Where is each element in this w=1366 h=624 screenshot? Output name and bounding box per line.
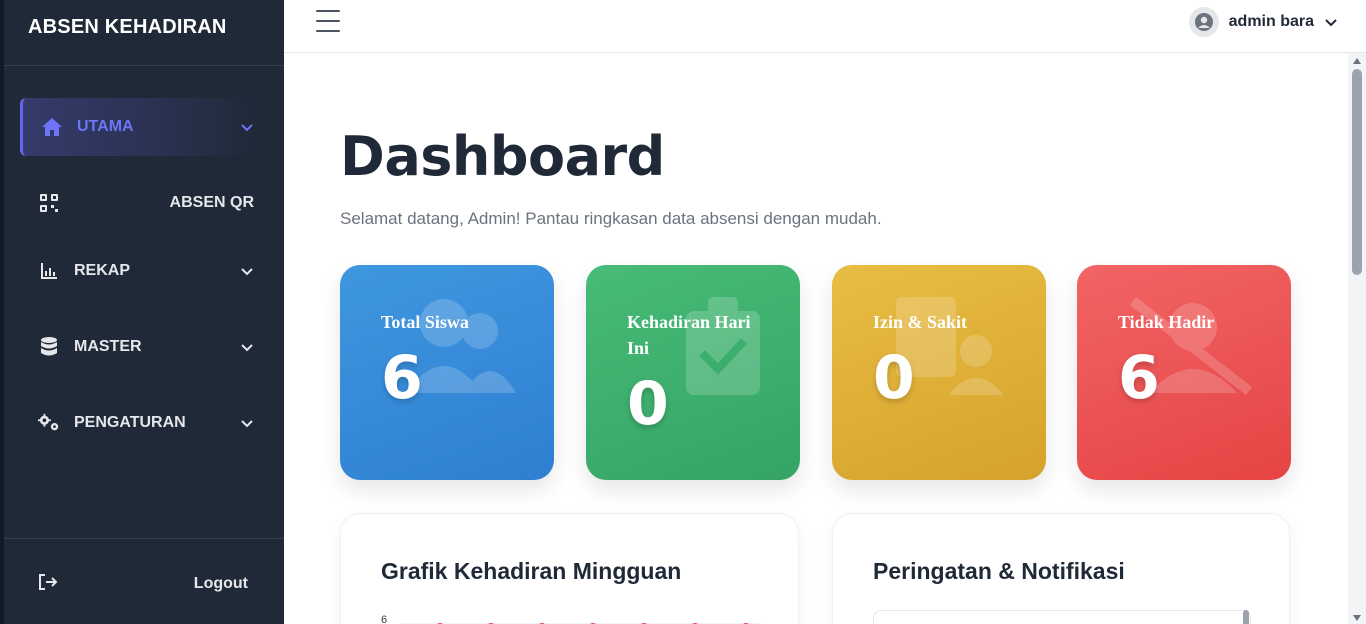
menu-toggle-icon[interactable] xyxy=(316,10,340,32)
card-value: 6 xyxy=(381,343,423,413)
database-icon xyxy=(38,336,60,358)
scroll-up-icon[interactable] xyxy=(1353,58,1361,64)
topbar: admin bara xyxy=(284,0,1366,53)
card-label: Total Siswa xyxy=(381,312,469,332)
sidebar-item-pengaturan[interactable]: PENGATURAN xyxy=(20,394,260,452)
sidebar: ABSEN KEHADIRAN UTAMA ABSEN QR REKAP MAS… xyxy=(0,0,284,624)
chevron-down-icon xyxy=(241,420,253,428)
user-name: admin bara xyxy=(1228,13,1314,30)
gears-icon xyxy=(38,412,60,434)
sidebar-item-absen-qr[interactable]: ABSEN QR xyxy=(20,174,260,232)
scroll-down-icon[interactable] xyxy=(1353,615,1361,621)
card-label: Tidak Hadir xyxy=(1118,312,1215,332)
card-label: Izin & Sakit xyxy=(873,312,968,332)
chevron-down-icon xyxy=(241,344,253,352)
user-menu[interactable]: admin bara xyxy=(1188,6,1338,38)
card-value: 6 xyxy=(1118,343,1160,413)
card-label: Kehadiran Hari Ini xyxy=(627,312,751,358)
panel-title: Peringatan & Notifikasi xyxy=(873,558,1125,584)
weekly-attendance-panel: Grafik Kehadiran Mingguan 6 xyxy=(340,513,799,624)
logout-icon xyxy=(38,573,58,596)
chevron-down-icon xyxy=(241,268,253,276)
card-total-siswa[interactable]: Total Siswa 6 xyxy=(340,265,554,480)
card-izin-sakit[interactable]: Izin & Sakit 0 xyxy=(832,265,1046,480)
card-value: 0 xyxy=(873,343,915,413)
chart-icon xyxy=(38,260,60,282)
weekly-chart: 6 xyxy=(381,614,761,624)
card-tidak-hadir[interactable]: Tidak Hadir 6 xyxy=(1077,265,1291,480)
brand-title: ABSEN KEHADIRAN xyxy=(4,0,284,66)
logout-button[interactable]: Logout xyxy=(20,567,248,601)
notifications-panel: Peringatan & Notifikasi xyxy=(832,513,1290,624)
sidebar-item-label: MASTER xyxy=(74,338,142,355)
qr-icon xyxy=(38,192,60,214)
chevron-down-icon xyxy=(1325,19,1337,27)
sidebar-item-utama[interactable]: UTAMA xyxy=(20,98,260,156)
notification-scrollbar[interactable] xyxy=(1243,610,1249,624)
page-title: Dashboard xyxy=(340,125,665,188)
sidebar-item-label: UTAMA xyxy=(77,118,134,135)
sidebar-footer: Logout xyxy=(4,538,284,624)
page-scrollbar[interactable] xyxy=(1348,53,1366,624)
notification-list[interactable] xyxy=(873,610,1251,624)
avatar-icon xyxy=(1188,7,1219,37)
sidebar-item-master[interactable]: MASTER xyxy=(20,318,260,376)
panel-title: Grafik Kehadiran Mingguan xyxy=(381,558,682,584)
sidebar-item-label: ABSEN QR xyxy=(169,194,254,211)
chevron-down-icon xyxy=(241,124,253,132)
logout-label: Logout xyxy=(193,575,248,592)
axis-tick-label: 6 xyxy=(381,614,387,624)
sidebar-item-label: REKAP xyxy=(74,262,131,279)
scroll-thumb[interactable] xyxy=(1352,69,1362,275)
sidebar-item-label: PENGATURAN xyxy=(74,414,186,431)
card-kehadiran-hari-ini[interactable]: Kehadiran Hari Ini 0 xyxy=(586,265,800,480)
home-icon xyxy=(41,116,63,138)
main-content: Dashboard Selamat datang, Admin! Pantau … xyxy=(284,53,1348,624)
page-subtitle: Selamat datang, Admin! Pantau ringkasan … xyxy=(340,209,882,228)
sidebar-item-rekap[interactable]: REKAP xyxy=(20,242,260,300)
card-value: 0 xyxy=(627,369,669,439)
